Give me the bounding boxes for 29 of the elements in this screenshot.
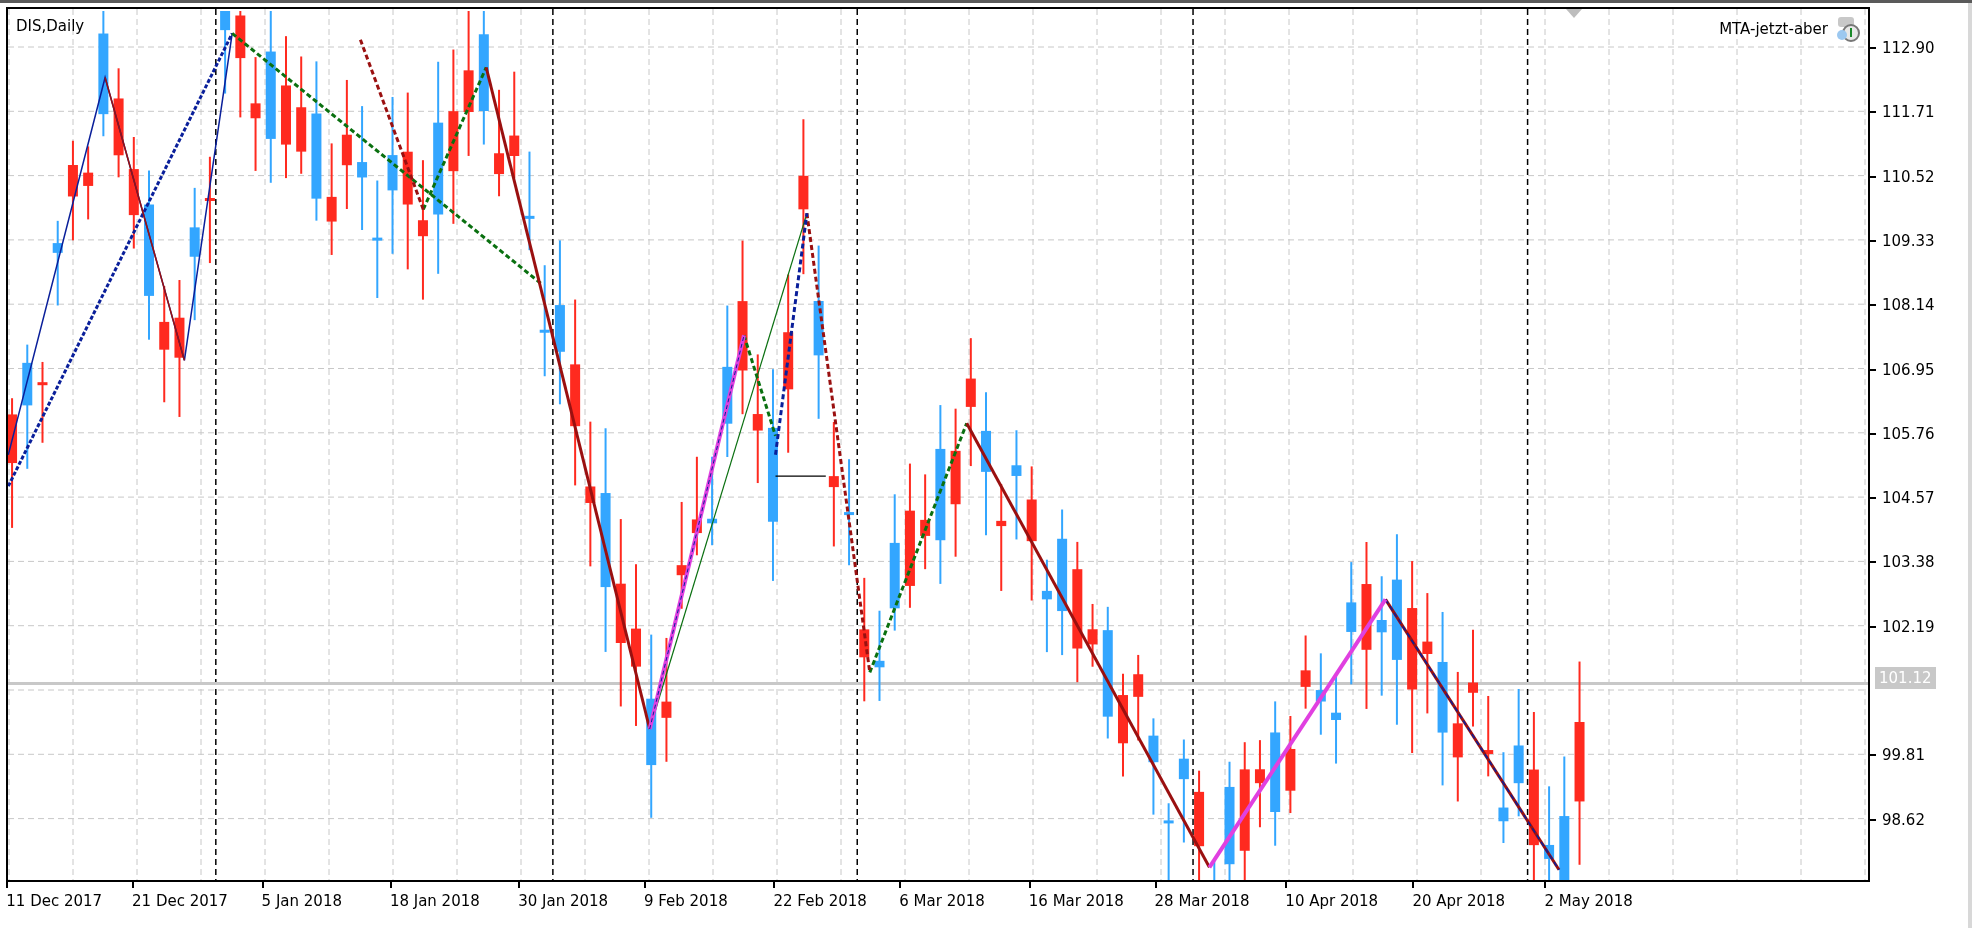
price-label: 110.52 [1882,166,1935,187]
price-label: 103.38 [1882,552,1935,573]
date-label: 6 Mar 2018 [899,891,985,912]
date-label: 9 Feb 2018 [643,891,728,912]
date-label: 2 May 2018 [1544,891,1633,912]
price-label: 102.19 [1882,616,1935,637]
expert-icon [1834,15,1862,43]
date-label: 10 Apr 2018 [1285,891,1379,912]
date-label: 30 Jan 2018 [518,891,609,912]
date-label: 28 Mar 2018 [1154,891,1250,912]
price-label: 104.57 [1882,488,1935,509]
price-label: 112.90 [1882,38,1935,58]
expert-label: MTA-jetzt-aber [1719,18,1828,40]
date-label: 21 Dec 2017 [132,891,228,912]
symbol-label: DIS,Daily [16,16,85,37]
shift-marker-icon [1566,9,1582,18]
date-label: 18 Jan 2018 [389,891,480,912]
date-label: 20 Apr 2018 [1412,891,1506,912]
price-label: 106.95 [1882,359,1935,380]
date-label: 16 Mar 2018 [1028,891,1124,912]
price-label: 105.76 [1882,423,1935,444]
date-label: 22 Feb 2018 [773,891,867,912]
price-label: 109.33 [1882,230,1935,251]
price-label: 111.71 [1882,102,1935,123]
price-label: 99.81 [1882,745,1925,766]
price-label: 98.62 [1882,809,1925,830]
price-label: 108.14 [1882,295,1935,316]
date-label: 11 Dec 2017 [6,891,103,912]
date-label: 5 Jan 2018 [261,891,342,912]
